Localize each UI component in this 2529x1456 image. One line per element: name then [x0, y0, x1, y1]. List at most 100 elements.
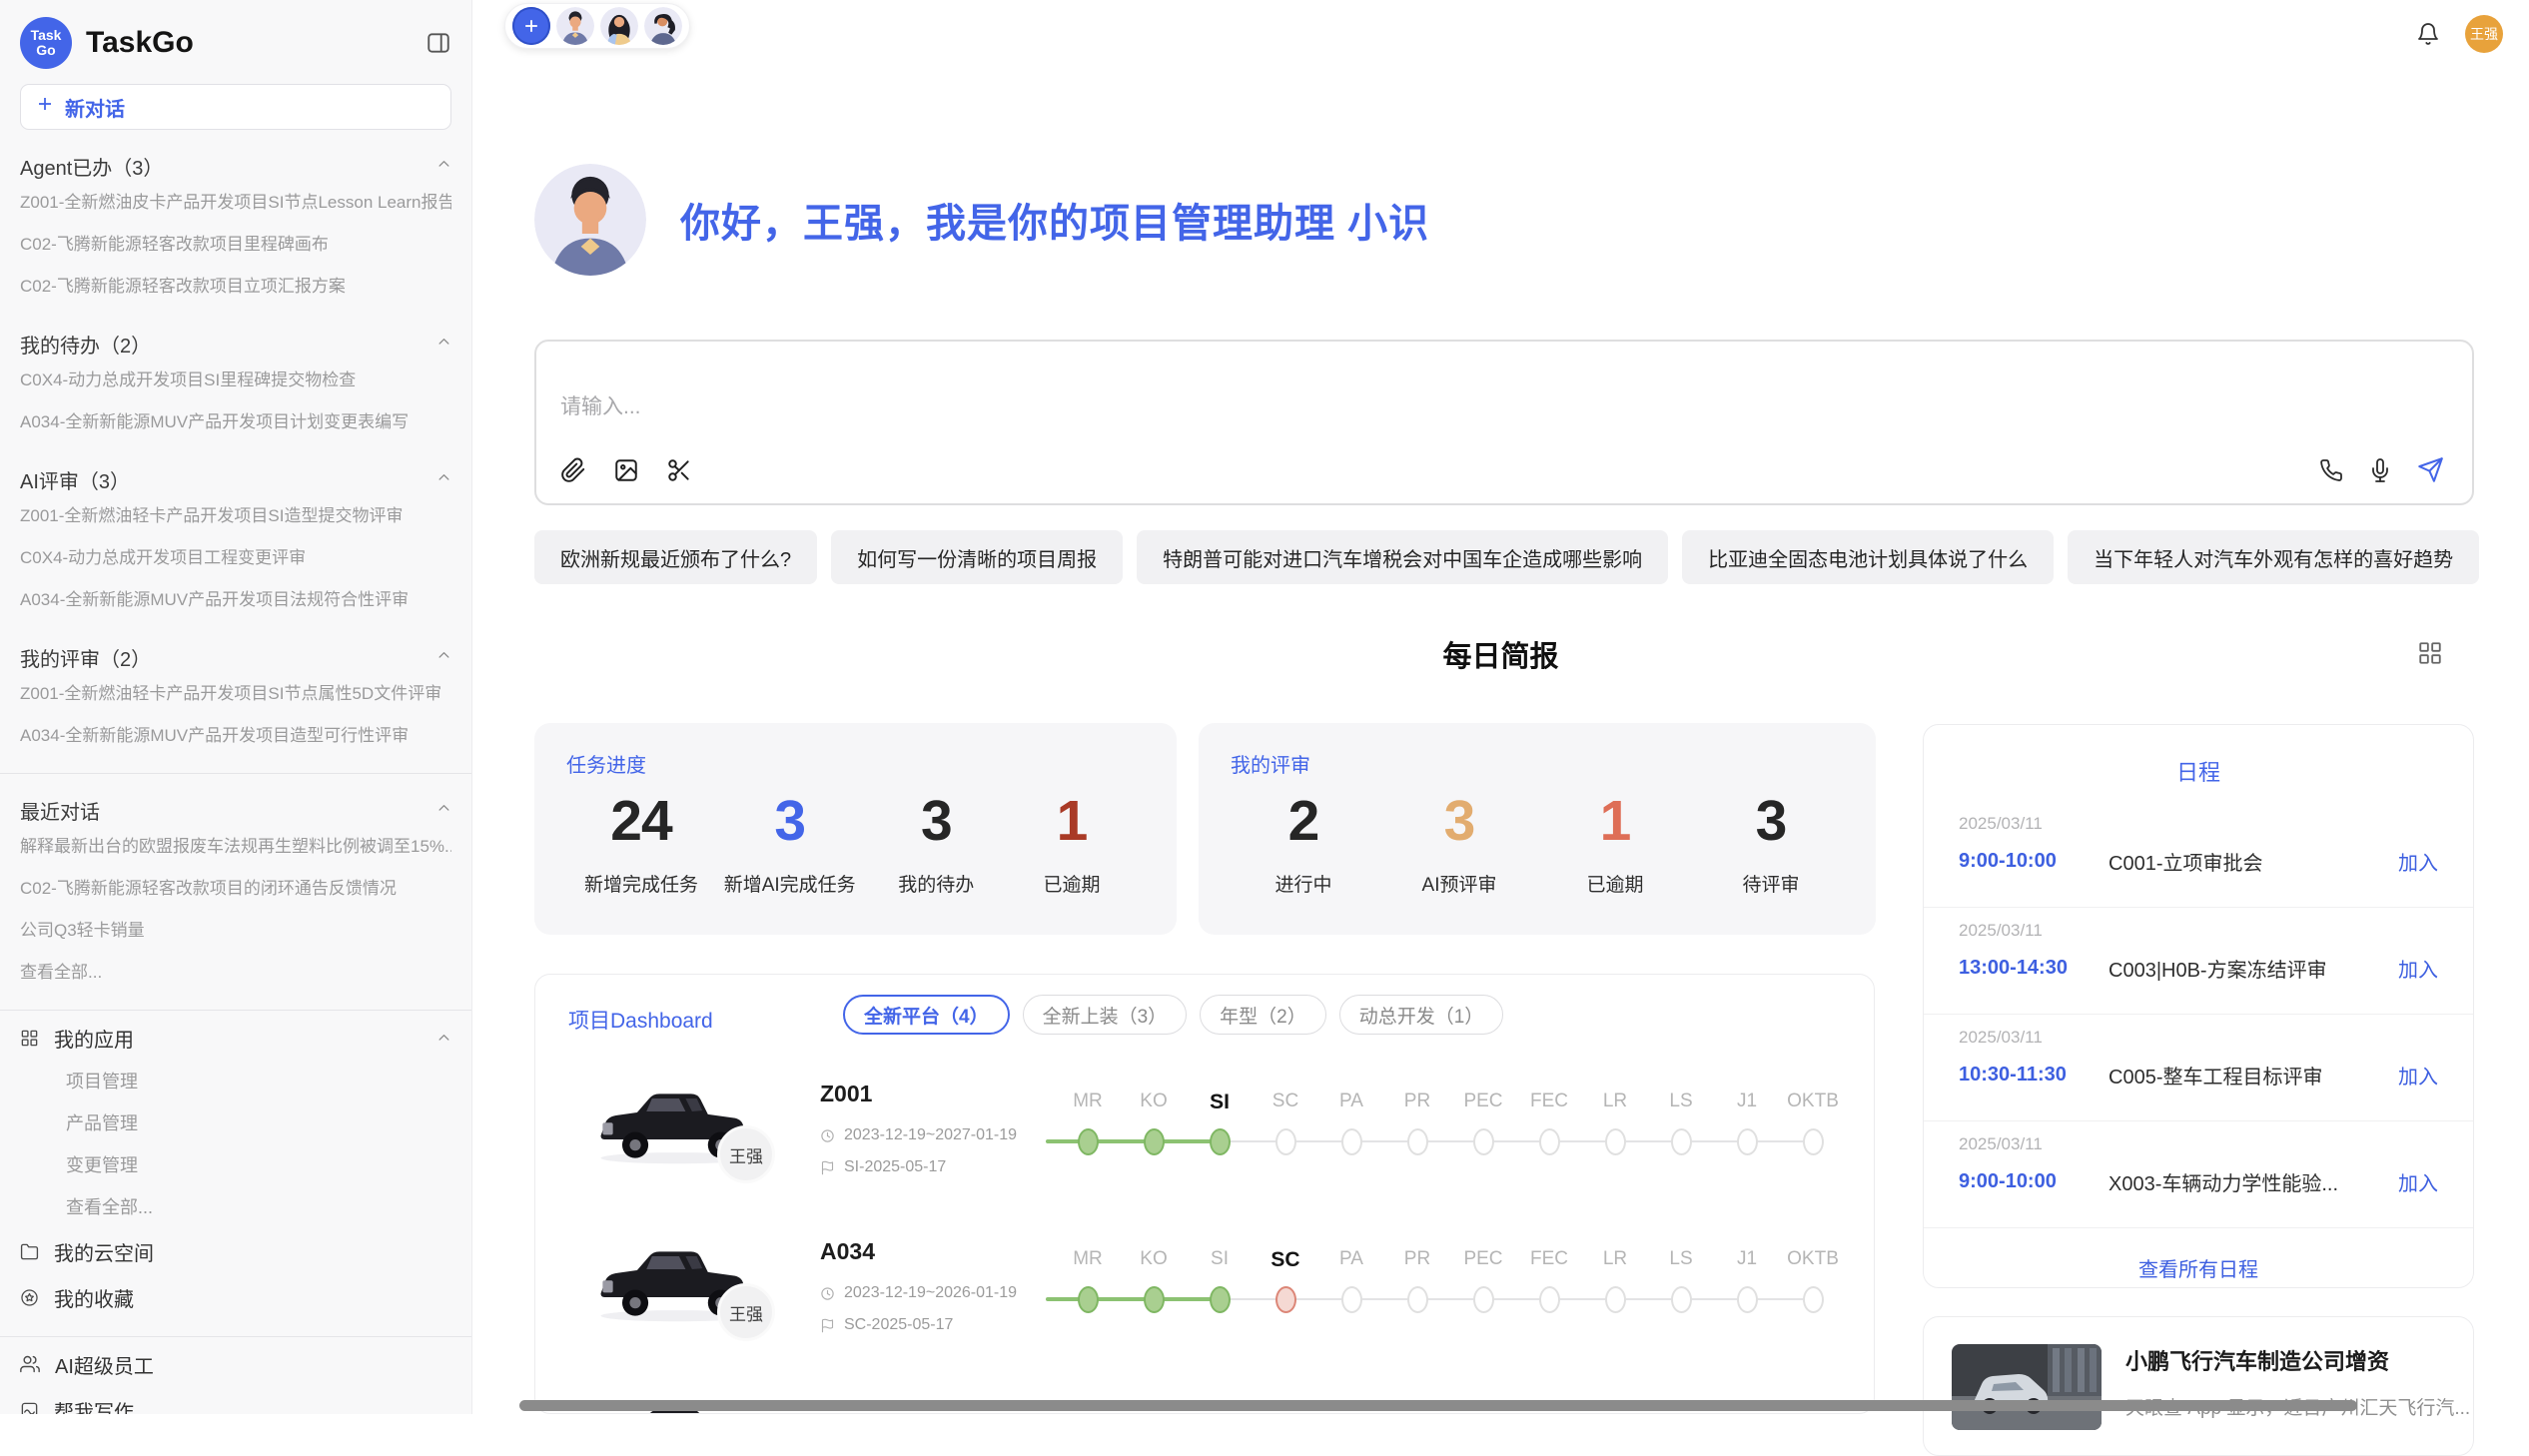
agent-avatar-3[interactable]	[644, 7, 682, 45]
recent-chat-item[interactable]: 公司Q3轻卡销量	[20, 910, 451, 952]
milestone-dot[interactable]	[1539, 1128, 1560, 1155]
section-label: Agent已办（3）	[20, 152, 163, 181]
milestone-dot[interactable]	[1078, 1286, 1099, 1313]
join-meeting-link[interactable]: 加入	[2398, 954, 2438, 983]
send-icon[interactable]	[2417, 456, 2444, 488]
milestone-dot[interactable]	[1605, 1286, 1626, 1313]
milestone-dot[interactable]	[1737, 1128, 1758, 1155]
schedule-date: 2025/03/11	[1959, 1134, 2438, 1154]
milestone-dot[interactable]	[1671, 1286, 1692, 1313]
sidebar-section-header[interactable]: 我的待办（2）	[20, 328, 451, 360]
milestone-dot[interactable]	[1407, 1128, 1428, 1155]
news-title: 小鹏飞行汽车制造公司增资	[2125, 1344, 2470, 1376]
sidebar-task-item[interactable]: Z001-全新燃油轻卡产品开发项目SI节点属性5D文件评审	[20, 673, 451, 715]
notification-bell-icon[interactable]	[2416, 22, 2440, 51]
milestone-label: OKTB	[1787, 1091, 1839, 1112]
sidebar-section-header[interactable]: AI评审（3）	[20, 463, 451, 495]
sidebar-task-item[interactable]: A034-全新新能源MUV产品开发项目计划变更表编写	[20, 401, 451, 443]
phone-icon[interactable]	[2319, 458, 2343, 487]
milestone-dot[interactable]	[1407, 1286, 1428, 1313]
project-row[interactable]: 王强A0342023-12-19~2026-01-19SC-2025-05-17…	[535, 1210, 1874, 1368]
schedule-time: 13:00-14:30	[1959, 957, 2108, 980]
write-icon	[20, 1401, 39, 1415]
milestone-dot[interactable]	[1210, 1128, 1231, 1155]
sidebar-section-recent-header[interactable]: 最近对话	[20, 794, 451, 826]
milestone-dot[interactable]	[1275, 1286, 1296, 1313]
chat-input[interactable]	[560, 395, 1959, 419]
suggestion-chip[interactable]: 特朗普可能对进口汽车增税会对中国车企造成哪些影响	[1137, 530, 1668, 584]
schedule-date: 2025/03/11	[1959, 1028, 2438, 1048]
milestone-dot[interactable]	[1210, 1286, 1231, 1313]
dashboard-tab[interactable]: 全新上装（3）	[1023, 995, 1188, 1035]
view-all-schedule-link[interactable]: 查看所有日程	[1924, 1253, 2473, 1282]
project-row[interactable]: 王强Z0012023-12-19~2027-01-19SI-2025-05-17…	[535, 1053, 1874, 1210]
milestone-label: FEC	[1530, 1248, 1568, 1270]
milestone-dot[interactable]	[1473, 1286, 1494, 1313]
milestone-dot[interactable]	[1275, 1128, 1296, 1155]
horizontal-scrollbar[interactable]	[519, 1400, 2357, 1411]
sidebar-task-item[interactable]: Z001-全新燃油皮卡产品开发项目SI节点Lesson Learn报告	[20, 182, 451, 224]
sidebar-task-item[interactable]: Z001-全新燃油轻卡产品开发项目SI造型提交物评审	[20, 495, 451, 537]
milestone-dot[interactable]	[1605, 1128, 1626, 1155]
collapse-sidebar-icon[interactable]	[425, 30, 451, 56]
sidebar-item-star[interactable]: 我的收藏	[20, 1274, 451, 1320]
recent-chat-item[interactable]: C02-飞腾新能源轻客改款项目的闭环通告反馈情况	[20, 868, 451, 910]
milestone-dot[interactable]	[1473, 1128, 1494, 1155]
milestone-dot[interactable]	[1144, 1128, 1165, 1155]
agent-avatar-2[interactable]	[600, 7, 638, 45]
suggestion-chip[interactable]: 比亚迪全固态电池计划具体说了什么	[1682, 530, 2054, 584]
milestone-dot[interactable]	[1539, 1286, 1560, 1313]
view-all-apps-link[interactable]: 查看全部...	[20, 1186, 451, 1228]
milestone-dot[interactable]	[1341, 1286, 1362, 1313]
dashboard-tab[interactable]: 全新平台（4）	[843, 995, 1010, 1035]
new-chat-button[interactable]: 新对话	[20, 84, 451, 130]
milestone-label: MR	[1073, 1091, 1103, 1112]
sidebar-tool-item[interactable]: AI超级员工	[20, 1341, 451, 1387]
sidebar-item-my-apps[interactable]: 我的应用	[20, 1015, 451, 1061]
sidebar-tool-item[interactable]: 帮我写作	[20, 1387, 451, 1414]
sidebar-section-header[interactable]: 我的评审（2）	[20, 641, 451, 673]
milestone-dot[interactable]	[1144, 1286, 1165, 1313]
milestone-dot[interactable]	[1078, 1128, 1099, 1155]
sidebar-section-header[interactable]: Agent已办（3）	[20, 150, 451, 182]
add-agent-button[interactable]	[512, 7, 550, 45]
scissors-icon[interactable]	[666, 457, 692, 488]
milestone-dot[interactable]	[1737, 1286, 1758, 1313]
app-sub-item[interactable]: 产品管理	[20, 1102, 451, 1144]
view-all-recent-link[interactable]: 查看全部...	[20, 952, 451, 994]
attach-icon[interactable]	[560, 457, 586, 488]
sidebar-task-item[interactable]: C0X4-动力总成开发项目SI里程碑提交物检查	[20, 360, 451, 401]
app-sub-item[interactable]: 项目管理	[20, 1061, 451, 1102]
image-icon[interactable]	[613, 457, 639, 488]
sidebar-task-item[interactable]: C0X4-动力总成开发项目工程变更评审	[20, 537, 451, 579]
milestone-label: PA	[1339, 1091, 1363, 1112]
join-meeting-link[interactable]: 加入	[2398, 1167, 2438, 1196]
schedule-title: 日程	[1924, 755, 2473, 787]
user-avatar[interactable]: 王强	[2465, 15, 2503, 53]
join-meeting-link[interactable]: 加入	[2398, 847, 2438, 876]
suggestion-chip[interactable]: 当下年轻人对汽车外观有怎样的喜好趋势	[2068, 530, 2479, 584]
milestone-dot[interactable]	[1803, 1286, 1824, 1313]
milestone-dot[interactable]	[1341, 1128, 1362, 1155]
mic-icon[interactable]	[2368, 458, 2392, 487]
milestone-label: MR	[1073, 1248, 1103, 1270]
join-meeting-link[interactable]: 加入	[2398, 1061, 2438, 1090]
sidebar-task-item[interactable]: C02-飞腾新能源轻客改款项目立项汇报方案	[20, 266, 451, 308]
milestone-label: J1	[1737, 1248, 1757, 1270]
briefing-layout-icon[interactable]	[2417, 640, 2443, 671]
milestone-label: SI	[1211, 1248, 1229, 1270]
dashboard-tab[interactable]: 年型（2）	[1200, 995, 1326, 1035]
agent-avatar-1[interactable]	[556, 7, 594, 45]
suggestion-chip[interactable]: 欧洲新规最近颁布了什么?	[534, 530, 817, 584]
news-card[interactable]: 小鹏飞行汽车制造公司增资 天眼查 App 显示，近日广州汇天飞行汽...	[1923, 1316, 2474, 1456]
dashboard-tab[interactable]: 动总开发（1）	[1339, 995, 1504, 1035]
sidebar-task-item[interactable]: C02-飞腾新能源轻客改款项目里程碑画布	[20, 224, 451, 266]
suggestion-chip[interactable]: 如何写一份清晰的项目周报	[831, 530, 1123, 584]
sidebar-task-item[interactable]: A034-全新新能源MUV产品开发项目法规符合性评审	[20, 579, 451, 621]
sidebar-task-item[interactable]: A034-全新新能源MUV产品开发项目造型可行性评审	[20, 715, 451, 757]
sidebar-item-folder[interactable]: 我的云空间	[20, 1228, 451, 1274]
milestone-dot[interactable]	[1671, 1128, 1692, 1155]
app-sub-item[interactable]: 变更管理	[20, 1144, 451, 1186]
recent-chat-item[interactable]: 解释最新出台的欧盟报废车法规再生塑料比例被调至15%...	[20, 826, 451, 868]
milestone-dot[interactable]	[1803, 1128, 1824, 1155]
